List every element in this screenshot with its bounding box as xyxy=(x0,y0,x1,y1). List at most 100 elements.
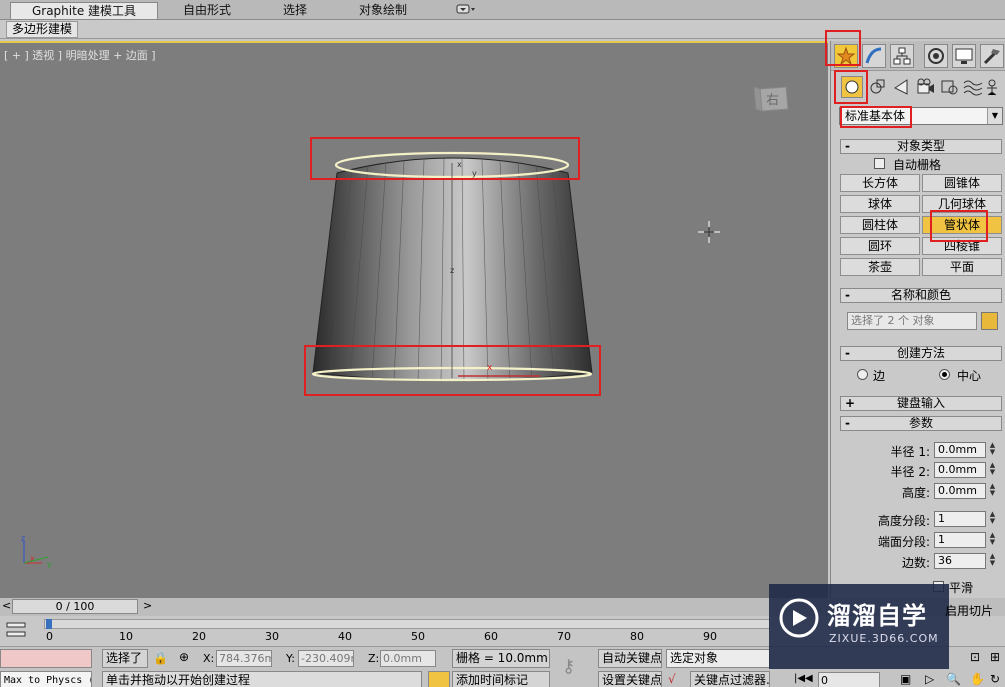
modify-tab-icon[interactable] xyxy=(862,44,886,68)
tab-freeform[interactable]: 自由形式 xyxy=(170,2,244,19)
maxscript-mini-listener[interactable]: Max to Physcs ( xyxy=(0,671,92,687)
utilities-tab-icon[interactable] xyxy=(980,44,1004,68)
hierarchy-tab-icon[interactable] xyxy=(890,44,914,68)
param-spinner-field[interactable]: 0.0mm xyxy=(934,462,986,478)
current-frame-field[interactable]: 0 xyxy=(818,672,880,687)
auto-key-button[interactable]: 自动关键点 xyxy=(598,649,662,668)
time-config-icon[interactable]: ▣ xyxy=(900,672,911,686)
z-coord-label: Z: xyxy=(368,652,380,665)
object-color-swatch[interactable] xyxy=(981,312,998,330)
track-ruler[interactable] xyxy=(44,619,770,629)
viewcube-icon: 右 xyxy=(753,86,789,112)
lights-icon[interactable] xyxy=(891,76,913,98)
param-spinner-field[interactable]: 1 xyxy=(934,532,986,548)
center-radio[interactable] xyxy=(939,369,950,380)
object-type-button[interactable]: 圆锥体 xyxy=(922,174,1002,192)
spinner-arrows-icon[interactable]: ▲ ▼ xyxy=(988,442,997,458)
rollout-keyboard-entry[interactable]: + 键盘输入 xyxy=(840,396,1002,411)
object-type-button[interactable]: 平面 xyxy=(922,258,1002,276)
prompt-line: 单击并拖动以开始创建过程 xyxy=(102,671,422,687)
object-type-button[interactable]: 茶壶 xyxy=(840,258,920,276)
spinner-arrows-icon[interactable]: ▲ ▼ xyxy=(988,532,997,548)
edge-radio-label: 边 xyxy=(873,369,886,383)
display-tab-icon[interactable] xyxy=(952,44,976,68)
param-spinner-field[interactable]: 1 xyxy=(934,511,986,527)
edge-radio[interactable] xyxy=(857,369,868,380)
rollout-creation-method[interactable]: - 创建方法 xyxy=(840,346,1002,361)
rollout-object-type[interactable]: - 对象类型 xyxy=(840,139,1002,154)
spinner-arrows-icon[interactable]: ▲ ▼ xyxy=(988,462,997,478)
tube-mesh[interactable]: x y z x xyxy=(0,43,828,598)
key-mode-icon[interactable]: √ xyxy=(668,672,676,686)
z-coord-field[interactable]: 0.0mm xyxy=(380,650,436,667)
grid-size-display: 栅格 = 10.0mm xyxy=(452,649,550,668)
param-spinner-field[interactable]: 0.0mm xyxy=(934,483,986,499)
set-key-button[interactable]: 设置关键点 xyxy=(598,671,662,687)
tab-selection[interactable]: 选择 xyxy=(270,2,320,19)
pan-icon[interactable]: ✋ xyxy=(970,672,985,686)
timeline-tick-label: 50 xyxy=(411,630,425,643)
param-spinner-field[interactable]: 36 xyxy=(934,553,986,569)
object-type-button[interactable]: 管状体 xyxy=(922,216,1002,234)
smooth-label: 平滑 xyxy=(949,581,974,595)
field-of-view-icon[interactable]: ⊞ xyxy=(990,650,1000,664)
geometry-icon[interactable] xyxy=(841,76,863,98)
object-type-button[interactable]: 圆柱体 xyxy=(840,216,920,234)
tab-object-paint[interactable]: 对象绘制 xyxy=(345,2,421,19)
spinner-arrows-icon[interactable]: ▲ ▼ xyxy=(988,483,997,499)
rollout-name-color[interactable]: - 名称和颜色 xyxy=(840,288,1002,303)
next-frame-icon[interactable]: > xyxy=(143,599,152,612)
zoom-extents-icon[interactable]: ⊡ xyxy=(970,650,980,664)
add-time-tag[interactable]: 添加时间标记 xyxy=(452,671,550,687)
time-slider[interactable]: 0 / 100 xyxy=(12,599,138,614)
motion-tab-icon[interactable] xyxy=(924,44,948,68)
systems-icon[interactable] xyxy=(984,76,1005,98)
object-type-button[interactable]: 几何球体 xyxy=(922,195,1002,213)
spinner-arrows-icon[interactable]: ▲ ▼ xyxy=(988,511,997,527)
maxscript-listener[interactable] xyxy=(0,649,92,668)
cameras-icon[interactable] xyxy=(915,76,937,98)
lock-selection-icon[interactable]: 🔒 xyxy=(153,651,168,665)
prev-frame-icon[interactable]: < xyxy=(2,599,11,612)
tab-graphite-modeling[interactable]: Graphite 建模工具 xyxy=(10,2,158,19)
space-warps-icon[interactable] xyxy=(962,76,984,98)
timeline-tick-label: 90 xyxy=(703,630,717,643)
object-type-button[interactable]: 长方体 xyxy=(840,174,920,192)
orbit-icon[interactable]: ↻ xyxy=(990,672,1000,686)
create-tab-icon[interactable] xyxy=(834,44,858,68)
primitive-category-dropdown[interactable]: 标准基本体 ▼ xyxy=(839,107,1003,125)
perspective-viewport[interactable]: [ + ] 透视 ] 明暗处理 + 边面 ] x y z x 右 z x y xyxy=(0,41,828,598)
selected-object-dropdown[interactable]: 选定对象 xyxy=(666,649,770,668)
set-key-icon[interactable]: ⚷ xyxy=(562,656,575,677)
object-type-button[interactable]: 四棱锥 xyxy=(922,237,1002,255)
absolute-mode-icon[interactable]: ⊕ xyxy=(179,650,189,664)
viewcube[interactable]: 右 xyxy=(752,83,792,115)
tab-polygon-modeling[interactable]: 多边形建模 xyxy=(6,21,79,38)
time-tag-icon[interactable] xyxy=(428,671,450,687)
spinner-arrows-icon[interactable]: ▲ ▼ xyxy=(988,553,997,569)
track-bar[interactable]: 0 10 20 30 40 50 60 70 80 90 xyxy=(0,616,770,646)
timeline-tick-label: 40 xyxy=(338,630,352,643)
timeline-tick-label: 20 xyxy=(192,630,206,643)
helpers-icon[interactable] xyxy=(939,76,961,98)
go-to-start-icon[interactable]: |◀◀ xyxy=(794,673,813,684)
object-type-button[interactable]: 球体 xyxy=(840,195,920,213)
play-icon[interactable]: ▷ xyxy=(925,672,934,686)
x-coord-field[interactable]: 784.376mm xyxy=(216,650,272,667)
ribbon-options-dropdown[interactable] xyxy=(453,2,479,19)
zoom-icon[interactable]: 🔍 xyxy=(946,672,961,686)
mini-curve-editor-icon[interactable] xyxy=(6,621,28,639)
param-label: 边数: xyxy=(901,556,930,570)
key-filters-button[interactable]: 关键点过滤器... xyxy=(690,671,770,687)
svg-text:y: y xyxy=(47,560,52,569)
gizmo-y-label: y xyxy=(472,169,477,178)
shapes-icon[interactable] xyxy=(867,76,889,98)
rollout-parameters[interactable]: - 参数 xyxy=(840,416,1002,431)
y-coord-field[interactable]: -230.409m xyxy=(298,650,354,667)
timeline-tick-label: 30 xyxy=(265,630,279,643)
param-spinner-field[interactable]: 0.0mm xyxy=(934,442,986,458)
object-name-input[interactable]: 选择了 2 个 对象 xyxy=(847,312,977,330)
object-type-button[interactable]: 圆环 xyxy=(840,237,920,255)
y-coord-label: Y: xyxy=(286,652,295,665)
auto-grid-checkbox[interactable] xyxy=(874,158,885,169)
